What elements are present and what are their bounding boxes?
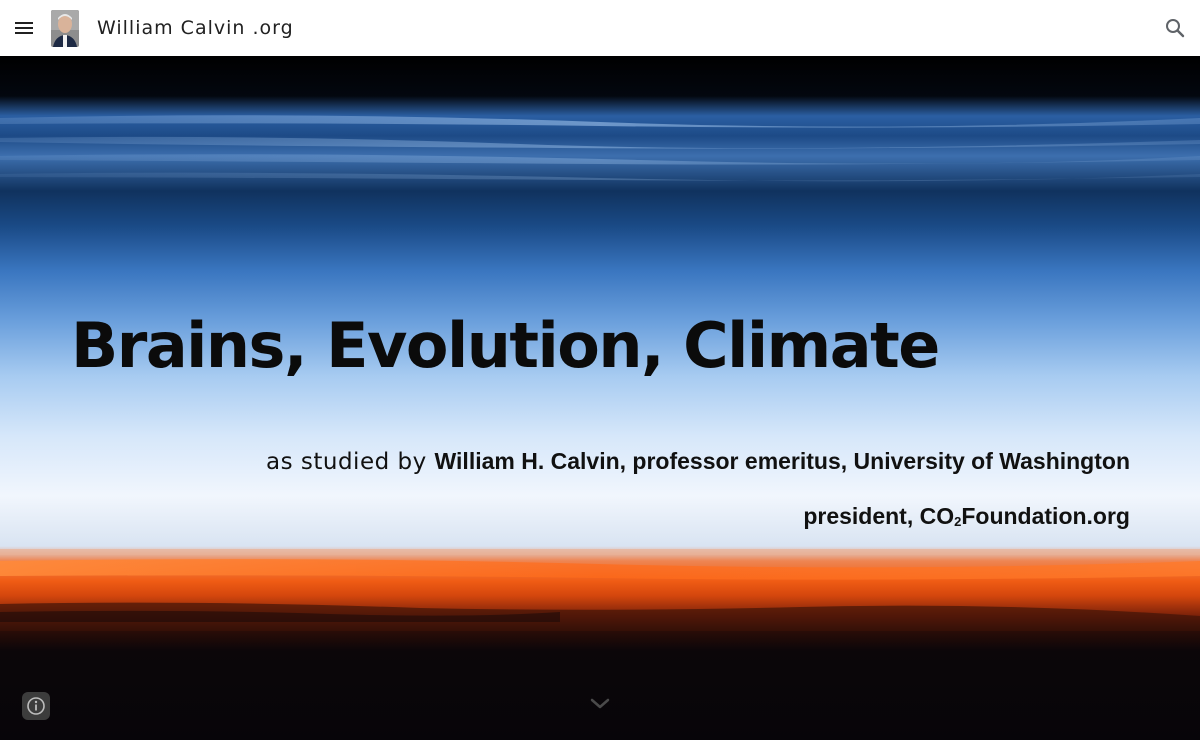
subtitle-prefix: as studied by [265,449,435,475]
hero-title: Brains, Evolution, Climate [71,309,940,382]
avatar[interactable] [51,10,79,47]
subtitle-author: William H. Calvin, professor emeritus, U… [434,448,1130,474]
hero-subtitle: as studied by William H. Calvin, profess… [266,445,1130,478]
president-suffix: Foundation.org [961,503,1130,529]
hero-president-line: president, CO2Foundation.org [803,500,1130,536]
info-icon[interactable] [22,692,50,720]
hero-banner: Brains, Evolution, Climate as studied by… [0,56,1200,740]
president-subscript: 2 [954,514,962,529]
hamburger-menu-icon[interactable] [12,16,36,40]
site-title[interactable]: William Calvin .org [97,16,294,40]
sky-background-image [0,115,1200,631]
search-icon[interactable] [1163,16,1187,40]
chevron-down-icon[interactable] [588,692,612,716]
top-app-bar: William Calvin .org [0,0,1200,56]
president-prefix: president, CO [803,503,955,529]
